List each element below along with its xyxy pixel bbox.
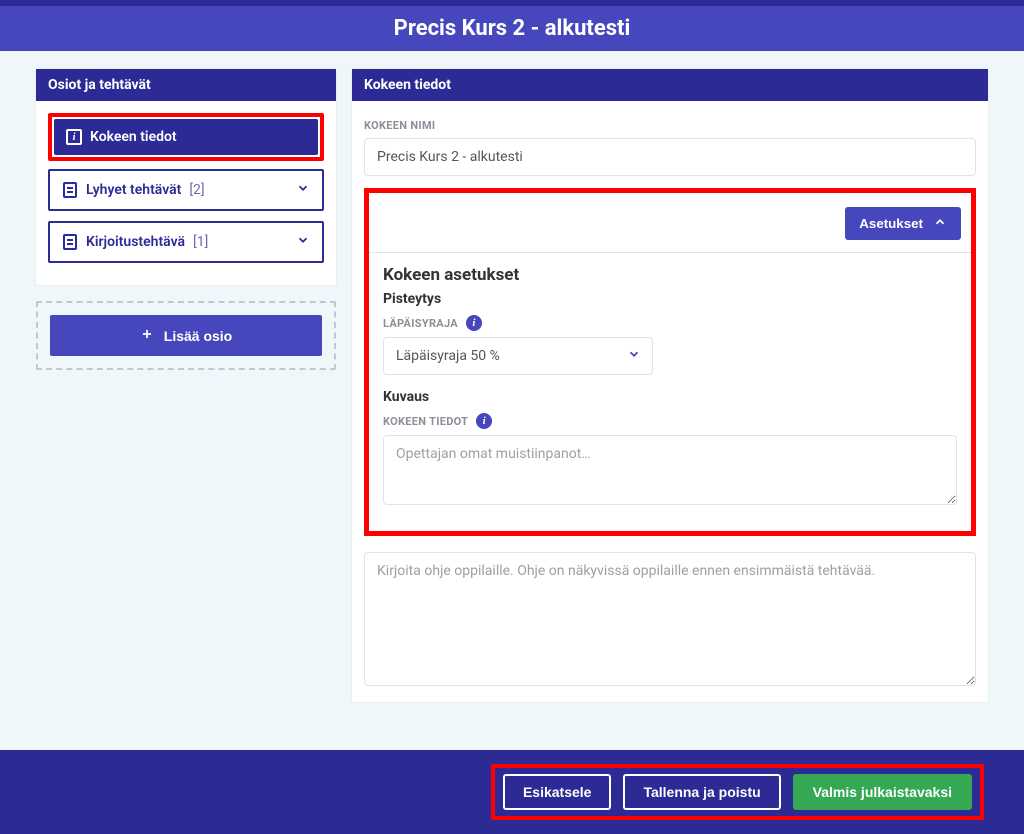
- sidebar-item-short-tasks[interactable]: Lyhyet tehtävät [2]: [48, 169, 324, 211]
- page-title: Precis Kurs 2 - alkutesti: [0, 6, 1024, 51]
- scoring-heading: Pisteytys: [383, 291, 957, 307]
- settings-heading: Kokeen asetukset: [383, 265, 957, 285]
- main-header: Kokeen tiedot: [352, 69, 988, 101]
- sidebar-header: Osiot ja tehtävät: [36, 69, 336, 101]
- chevron-down-icon: [296, 233, 310, 251]
- chevron-down-icon: [296, 181, 310, 199]
- sidebar-item-label: Kokeen tiedot: [90, 129, 177, 145]
- sidebar-item-exam-info[interactable]: i Kokeen tiedot: [54, 119, 318, 155]
- exam-name-label: KOKEEN NIMI: [364, 119, 976, 132]
- sidebar-item-count: [1]: [193, 234, 208, 250]
- info-square-icon: i: [66, 129, 82, 145]
- add-section-area: Lisää osio: [36, 301, 336, 370]
- sidebar-item-label: Kirjoitustehtävä: [86, 234, 185, 250]
- save-exit-button[interactable]: Tallenna ja poistu: [623, 774, 780, 810]
- publish-button[interactable]: Valmis julkaistavaksi: [793, 774, 972, 810]
- highlight-settings-block: Asetukset Kokeen asetukset Pisteytys LÄP…: [364, 188, 976, 536]
- settings-toggle-button[interactable]: Asetukset: [845, 207, 961, 240]
- footer-bar: Esikatsele Tallenna ja poistu Valmis jul…: [0, 750, 1024, 834]
- sidebar-panel: Osiot ja tehtävät i Kokeen tiedot Lyhyet…: [36, 69, 336, 285]
- settings-toggle-label: Asetukset: [859, 216, 923, 231]
- sidebar-item-writing-task[interactable]: Kirjoitustehtävä [1]: [48, 221, 324, 263]
- threshold-label: LÄPÄISYRAJA: [383, 317, 458, 330]
- exam-name-input[interactable]: [364, 138, 976, 176]
- student-instructions-textarea[interactable]: [364, 552, 976, 686]
- description-heading: Kuvaus: [383, 389, 957, 405]
- info-icon[interactable]: i: [476, 413, 492, 429]
- document-icon: [62, 234, 78, 250]
- plus-icon: [140, 327, 154, 344]
- highlight-sidebar-active: i Kokeen tiedot: [48, 113, 324, 161]
- main-panel: Kokeen tiedot KOKEEN NIMI Asetukset: [352, 69, 988, 702]
- add-section-label: Lisää osio: [164, 328, 232, 344]
- exam-details-textarea[interactable]: [383, 435, 957, 505]
- add-section-button[interactable]: Lisää osio: [50, 315, 322, 356]
- sidebar-item-count: [2]: [189, 182, 204, 198]
- sidebar-item-label: Lyhyet tehtävät: [86, 182, 181, 198]
- threshold-select[interactable]: [383, 337, 653, 375]
- exam-details-label: KOKEEN TIEDOT: [383, 415, 468, 428]
- chevron-up-icon: [933, 215, 947, 232]
- highlight-footer-buttons: Esikatsele Tallenna ja poistu Valmis jul…: [491, 764, 984, 820]
- info-icon[interactable]: i: [466, 315, 482, 331]
- document-icon: [62, 182, 78, 198]
- preview-button[interactable]: Esikatsele: [503, 774, 612, 810]
